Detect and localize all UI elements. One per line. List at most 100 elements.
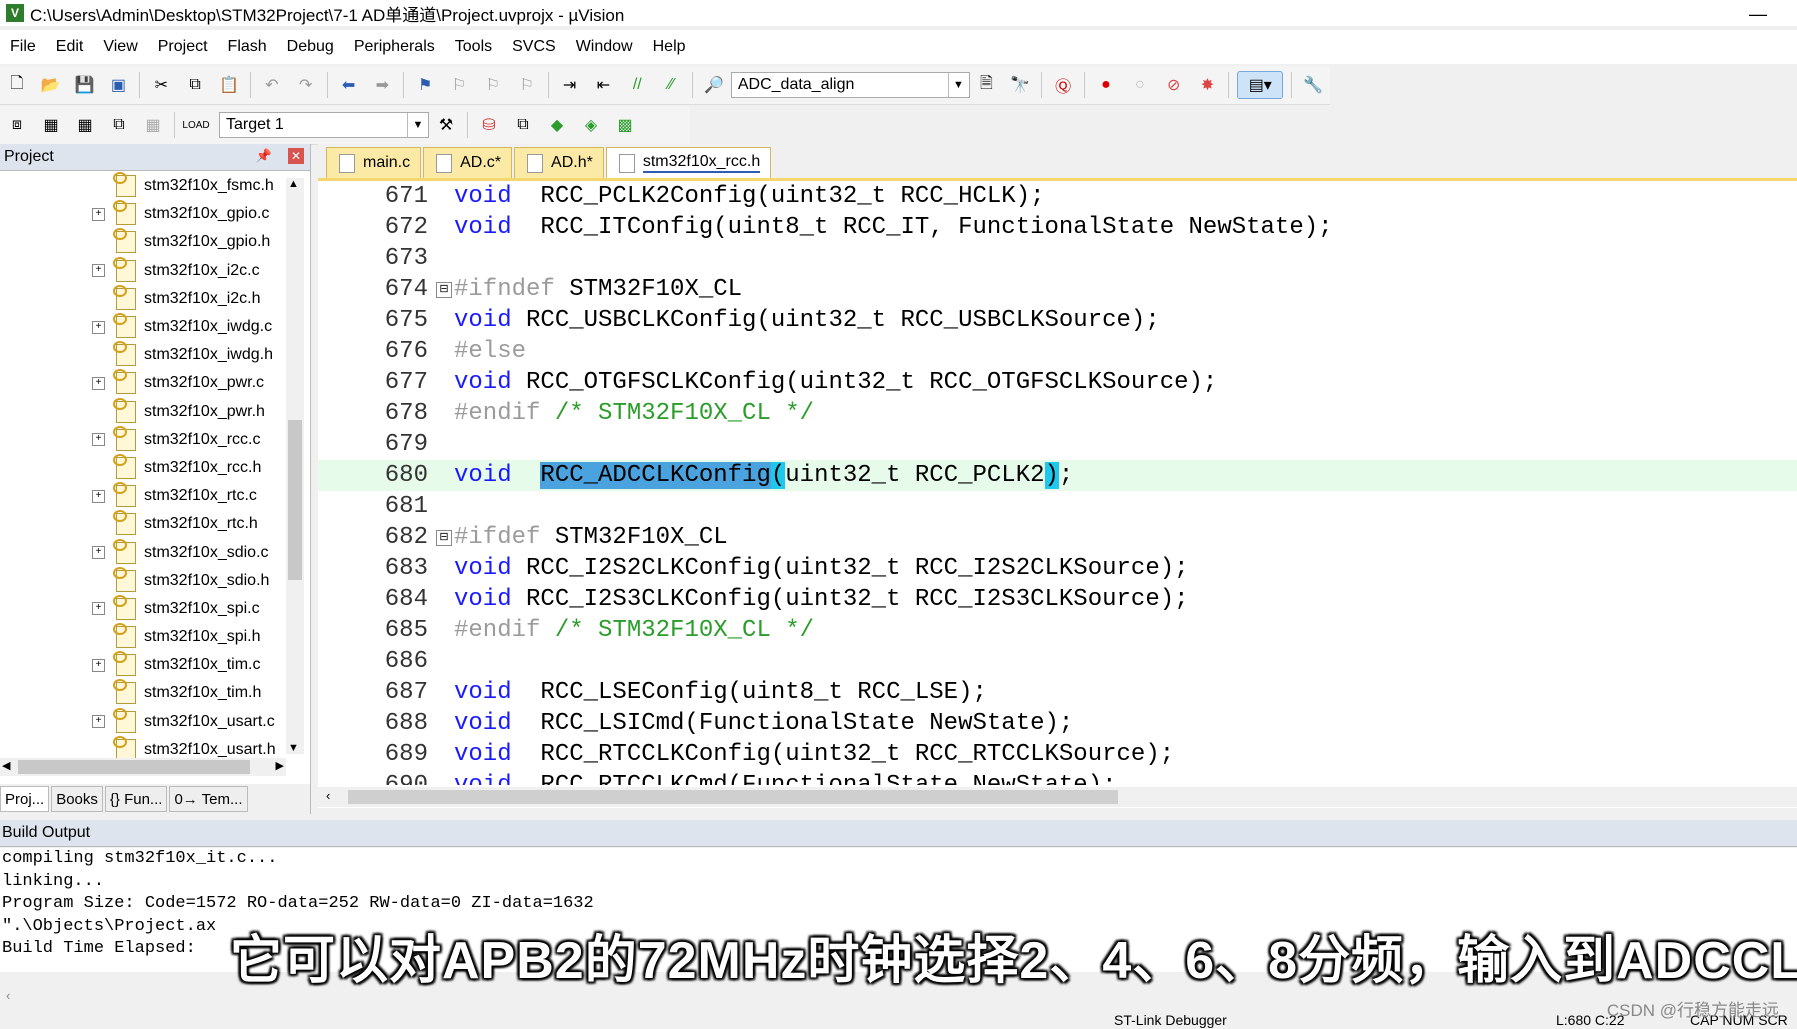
disable-breakpoint-icon[interactable]: ○ bbox=[1127, 72, 1153, 98]
cut-icon[interactable]: ✂ bbox=[148, 72, 174, 98]
select-packs-icon[interactable]: ◈ bbox=[578, 112, 604, 138]
code-line[interactable]: 680 void RCC_ADCCLKConfig(uint32_t RCC_PC… bbox=[318, 460, 1797, 491]
build-icon[interactable]: ▦ bbox=[38, 112, 64, 138]
tab-project[interactable]: Proj... bbox=[0, 786, 50, 812]
code-line[interactable]: 689 void RCC_RTCCLKConfig(uint32_t RCC_RT… bbox=[318, 739, 1797, 770]
find-combo[interactable]: ADC_data_align ▼ bbox=[730, 72, 970, 98]
menu-svcs[interactable]: SVCS bbox=[502, 38, 566, 56]
configure-icon[interactable]: 🔧 bbox=[1300, 72, 1326, 98]
pin-icon[interactable]: 📌 bbox=[256, 148, 272, 164]
kill-all-breakpoints-icon[interactable]: ✸ bbox=[1195, 72, 1221, 98]
tree-item[interactable]: stm32f10x_rtc.h bbox=[0, 510, 290, 538]
code-line[interactable]: 672 void RCC_ITConfig(uint8_t RCC_IT, Fun… bbox=[318, 212, 1797, 243]
manage-components-icon[interactable]: ⛁ bbox=[476, 112, 502, 138]
project-tree-vscrollbar[interactable]: ▲ ▼ bbox=[286, 178, 304, 754]
chevron-down-icon[interactable]: ▼ bbox=[407, 113, 428, 137]
code-line[interactable]: 677 void RCC_OTGFSCLKConfig(uint32_t RCC_… bbox=[318, 367, 1797, 398]
save-icon[interactable]: 💾 bbox=[72, 72, 98, 98]
expand-icon[interactable]: + bbox=[92, 264, 105, 278]
menu-file[interactable]: File bbox=[0, 38, 46, 56]
code-line[interactable]: 687 void RCC_LSEConfig(uint8_t RCC_LSE); bbox=[318, 677, 1797, 708]
tree-item[interactable]: stm32f10x_tim.h bbox=[0, 679, 290, 707]
unindent-icon[interactable]: ⇤ bbox=[591, 72, 617, 98]
translate-icon[interactable]: ⧈ bbox=[4, 112, 30, 138]
project-tree-hscrollbar[interactable]: ◀ ▶ bbox=[0, 758, 286, 776]
tree-item[interactable]: + stm32f10x_usart.c bbox=[0, 707, 290, 736]
code-line[interactable]: 682 ⊟ #ifdef STM32F10X_CL bbox=[318, 522, 1797, 553]
new-file-icon[interactable]: 🗋 bbox=[4, 72, 30, 98]
expand-icon[interactable]: + bbox=[92, 715, 105, 729]
target-options-icon[interactable]: ⚒ bbox=[433, 112, 459, 138]
tab-templates[interactable]: 0→ Tem... bbox=[169, 786, 248, 812]
indent-icon[interactable]: ⇥ bbox=[557, 72, 583, 98]
scroll-left-icon[interactable]: ◀ bbox=[2, 759, 10, 772]
expand-icon[interactable]: + bbox=[92, 489, 105, 503]
file-tab[interactable]: AD.h* bbox=[514, 147, 604, 178]
tree-item[interactable]: + stm32f10x_sdio.c bbox=[0, 538, 290, 566]
menu-edit[interactable]: Edit bbox=[46, 38, 94, 56]
file-extensions-icon[interactable]: ⧉ bbox=[510, 112, 536, 138]
tree-item[interactable]: stm32f10x_rcc.h bbox=[0, 453, 290, 482]
file-tab[interactable]: stm32f10x_rcc.h bbox=[605, 147, 772, 178]
nav-forward-icon[interactable]: ➡ bbox=[369, 72, 395, 98]
find-icon[interactable]: 🔭 bbox=[1007, 72, 1033, 98]
minimize-icon[interactable]: — bbox=[1749, 4, 1767, 25]
code-line[interactable]: 683 void RCC_I2S2CLKConfig(uint32_t RCC_I… bbox=[318, 553, 1797, 584]
bookmark-icon[interactable]: ⚑ bbox=[412, 72, 438, 98]
code-line[interactable]: 676 #else bbox=[318, 336, 1797, 367]
code-view[interactable]: 671 void RCC_PCLK2Config(uint32_t RCC_HCL… bbox=[318, 181, 1797, 785]
close-icon[interactable]: ✕ bbox=[288, 148, 304, 164]
window-layout-icon[interactable]: ▤▾ bbox=[1237, 71, 1284, 99]
comment-icon[interactable]: // bbox=[624, 72, 650, 98]
scroll-up-icon[interactable]: ▲ bbox=[288, 178, 299, 190]
open-file-icon[interactable]: 📂 bbox=[38, 72, 64, 98]
menu-window[interactable]: Window bbox=[566, 38, 643, 56]
scroll-left-icon[interactable]: ‹ bbox=[326, 788, 330, 803]
code-line[interactable]: 684 void RCC_I2S3CLKConfig(uint32_t RCC_I… bbox=[318, 584, 1797, 615]
disable-all-breakpoints-icon[interactable]: ⊘ bbox=[1161, 72, 1187, 98]
find-in-files-icon[interactable]: 🔎 bbox=[701, 72, 727, 98]
run-time-env-icon[interactable]: ◆ bbox=[544, 112, 570, 138]
scroll-down-icon[interactable]: ▼ bbox=[288, 742, 299, 754]
paste-icon[interactable]: 📋 bbox=[216, 72, 242, 98]
expand-icon[interactable]: + bbox=[92, 207, 105, 221]
tree-item[interactable]: stm32f10x_fsmc.h bbox=[0, 172, 290, 200]
menu-debug[interactable]: Debug bbox=[277, 38, 344, 56]
chevron-down-icon[interactable]: ▼ bbox=[947, 73, 969, 97]
code-line[interactable]: 673 bbox=[318, 243, 1797, 274]
copy-icon[interactable]: ⧉ bbox=[182, 72, 208, 98]
undo-icon[interactable]: ↶ bbox=[259, 72, 285, 98]
code-line[interactable]: 686 bbox=[318, 646, 1797, 677]
tree-item[interactable]: stm32f10x_pwr.h bbox=[0, 397, 290, 426]
rebuild-icon[interactable]: ▦ bbox=[72, 112, 98, 138]
prev-bookmark-icon[interactable]: ⚐ bbox=[446, 72, 472, 98]
batch-build-icon[interactable]: ⧉ bbox=[106, 112, 132, 138]
tree-item[interactable]: stm32f10x_gpio.h bbox=[0, 228, 290, 256]
stop-build-icon[interactable]: ▦ bbox=[140, 112, 166, 138]
menu-help[interactable]: Help bbox=[643, 38, 696, 56]
editor-hscrollbar[interactable]: ‹ bbox=[318, 787, 1797, 807]
download-icon[interactable]: LOAD bbox=[182, 112, 209, 138]
menu-peripherals[interactable]: Peripherals bbox=[344, 38, 445, 56]
fold-icon[interactable]: ⊟ bbox=[436, 529, 452, 546]
menu-view[interactable]: View bbox=[93, 38, 147, 56]
fold-icon[interactable]: ⊟ bbox=[436, 281, 452, 298]
menu-flash[interactable]: Flash bbox=[218, 38, 277, 56]
code-line[interactable]: 685 #endif /* STM32F10X_CL */ bbox=[318, 615, 1797, 646]
code-line[interactable]: 688 void RCC_LSICmd(FunctionalState NewSt… bbox=[318, 708, 1797, 739]
tree-item[interactable]: stm32f10x_i2c.h bbox=[0, 284, 290, 313]
tree-item[interactable]: stm32f10x_iwdg.h bbox=[0, 341, 290, 369]
tree-item[interactable]: + stm32f10x_tim.c bbox=[0, 651, 290, 679]
scroll-right-icon[interactable]: ▶ bbox=[276, 759, 284, 772]
menu-tools[interactable]: Tools bbox=[445, 38, 502, 56]
save-all-icon[interactable]: ▣ bbox=[106, 72, 132, 98]
tree-item[interactable]: + stm32f10x_gpio.c bbox=[0, 200, 290, 228]
code-line[interactable]: 671 void RCC_PCLK2Config(uint32_t RCC_HCL… bbox=[318, 181, 1797, 212]
tab-functions[interactable]: {} Fun... bbox=[104, 786, 168, 812]
file-tab[interactable]: AD.c* bbox=[423, 147, 513, 178]
code-line[interactable]: 690 void RCC_RTCCLKCmd(FunctionalState Ne… bbox=[318, 770, 1797, 785]
uncomment-icon[interactable]: ⁄⁄ bbox=[658, 72, 684, 98]
tree-item[interactable]: stm32f10x_spi.h bbox=[0, 623, 290, 651]
tree-item[interactable]: + stm32f10x_iwdg.c bbox=[0, 313, 290, 341]
scroll-thumb[interactable] bbox=[348, 790, 1118, 804]
